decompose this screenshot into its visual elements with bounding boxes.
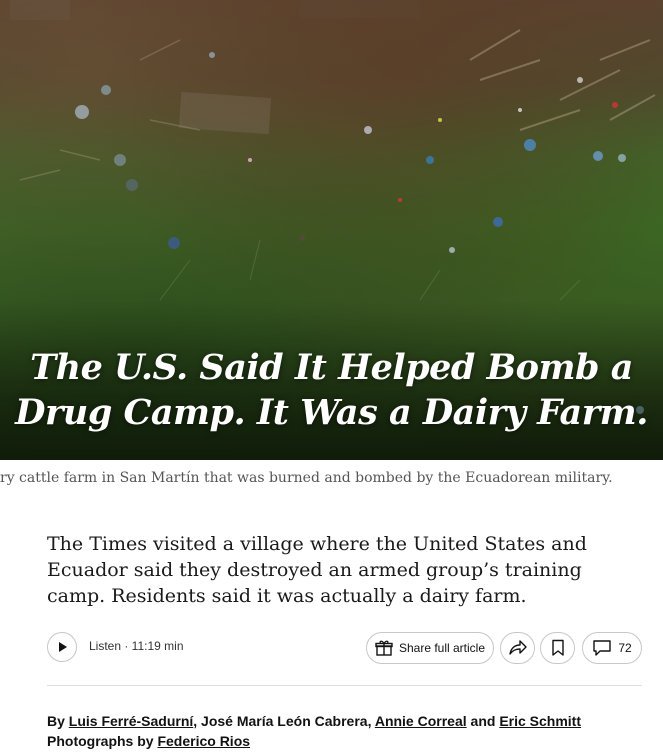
photographer-link[interactable]: Federico Rios [157, 733, 250, 749]
byline: By Luis Ferré-Sadurní, José María León C… [47, 712, 657, 731]
hero-image: The U.S. Said It Helped Bomb a Drug Camp… [0, 0, 663, 460]
divider [47, 685, 642, 686]
share-full-article-button[interactable]: Share full article [366, 632, 494, 664]
comments-button[interactable]: 72 [582, 632, 642, 664]
bookmark-icon [551, 639, 564, 656]
byline-prefix: By [47, 713, 69, 729]
listen-duration-label: Listen · 11:19 min [89, 639, 184, 653]
author-name: José María León Cabrera [201, 713, 368, 729]
headline-line-1: The U.S. Said It Helped Bomb a [30, 347, 633, 388]
gift-icon [375, 640, 393, 656]
headline-line-2: Drug Camp. It Was a Dairy Farm. [15, 392, 648, 433]
play-icon [59, 642, 67, 652]
share-full-article-label: Share full article [398, 641, 486, 655]
author-link[interactable]: Luis Ferré-Sadurní [69, 713, 193, 729]
photo-credit: Photographs by Federico Rios [47, 732, 250, 751]
byline-separator: , [193, 713, 202, 729]
article-headline: The U.S. Said It Helped Bomb a Drug Camp… [0, 345, 663, 435]
comment-icon [593, 640, 612, 656]
author-link[interactable]: Annie Correal [375, 713, 467, 729]
comments-count: 72 [618, 641, 632, 655]
share-arrow-icon [508, 640, 527, 655]
author-link[interactable]: Eric Schmitt [499, 713, 581, 729]
byline-separator: and [466, 713, 500, 729]
listen-play-button[interactable] [47, 632, 77, 662]
photo-caption: ry cattle farm in San Martín that was bu… [0, 470, 613, 486]
share-button[interactable] [500, 632, 535, 664]
byline-separator: , [367, 713, 375, 729]
save-bookmark-button[interactable] [540, 632, 575, 664]
photo-credit-prefix: Photographs by [47, 733, 158, 749]
article-summary: The Times visited a village where the Un… [47, 533, 587, 607]
